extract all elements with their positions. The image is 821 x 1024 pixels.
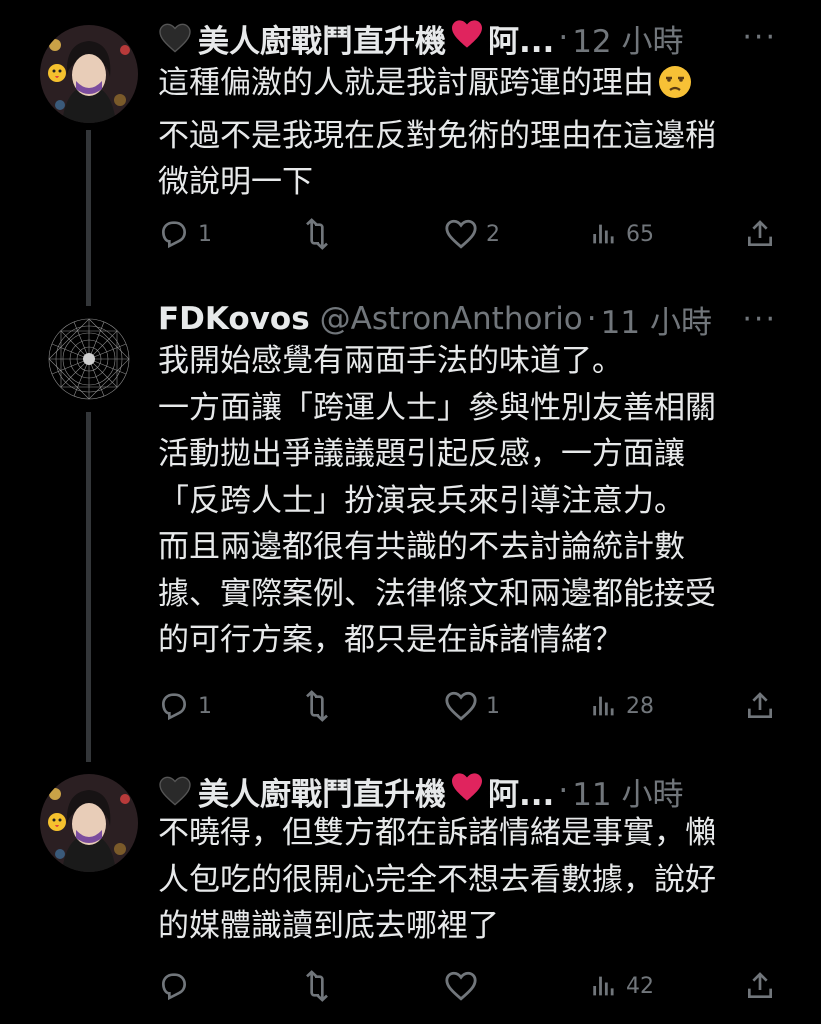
- views-button[interactable]: 28: [590, 686, 654, 726]
- tweet-line: 活動拋出爭議議題引起反感，一方面讓: [158, 436, 685, 472]
- avatar[interactable]: [40, 25, 138, 123]
- unamused-face-emoji-icon: [658, 65, 692, 113]
- share-button[interactable]: [744, 686, 776, 726]
- timestamp[interactable]: 12 小時: [572, 16, 683, 61]
- heart-outline-icon: [445, 971, 477, 1001]
- share-button[interactable]: [744, 214, 776, 254]
- tweet-line: 我開始感覺有兩面手法的味道了。: [158, 343, 623, 379]
- reply-icon: [161, 693, 187, 721]
- like-count: 2: [486, 221, 500, 247]
- separator: ·: [558, 20, 569, 56]
- thread-line: [86, 286, 91, 306]
- reply-button[interactable]: [158, 966, 198, 1006]
- tweet-text: 不曉得，但雙方都在訴諸情緒是事實，懶 人包吃的很開心完全不想去看數據，說好 的媒…: [158, 810, 778, 950]
- share-icon: [748, 220, 772, 246]
- tweet-line: 「反跨人士」扮演哀兵來引導注意力。: [158, 482, 685, 519]
- views-button[interactable]: 42: [590, 966, 654, 1006]
- tweet-1[interactable]: 美人廚戰鬥直升機 阿... · 12 小時 ··· 這種偏激的人就是我討厭跨運的…: [0, 0, 821, 286]
- black-heart-icon: [159, 23, 191, 53]
- tweet-line: 的可行方案，都只是在訴諸情緒？: [158, 622, 623, 658]
- red-heart-icon: [450, 772, 484, 810]
- geometric-pattern-avatar-icon: [40, 310, 138, 408]
- tweet-text: 這種偏激的人就是我討厭跨運的理由 不過不是我現在反對免術的理由在這邊稍 微說明一…: [158, 60, 778, 206]
- reply-icon: [161, 973, 187, 1001]
- display-name[interactable]: 美人廚戰鬥直升機: [198, 769, 446, 814]
- tweet-3[interactable]: 美人廚戰鬥直升機 阿... · 11 小時 不曉得，但雙方都在訴諸情緒是事實，懶…: [0, 762, 821, 1024]
- separator: ·: [558, 773, 569, 809]
- more-options-icon[interactable]: ···: [742, 302, 777, 337]
- reply-count: 1: [198, 221, 212, 247]
- tweet-line: 而且兩邊都很有共識的不去討論統計數: [158, 529, 685, 565]
- tweet-actions: 1 1 28: [158, 686, 778, 726]
- reply-count: 1: [198, 693, 212, 719]
- display-name-suffix[interactable]: 阿...: [488, 769, 554, 814]
- views-count: 65: [626, 221, 654, 247]
- thread-line: [86, 130, 91, 286]
- display-name[interactable]: 美人廚戰鬥直升機: [198, 16, 446, 61]
- like-button[interactable]: 1: [444, 686, 500, 726]
- share-icon: [748, 972, 772, 998]
- views-chart-icon: [593, 976, 614, 996]
- tweet-line: 一方面讓「跨運人士」參與性別友善相關: [158, 389, 716, 426]
- heart-outline-icon: [445, 219, 477, 249]
- like-count: 1: [486, 693, 500, 719]
- user-handle[interactable]: @AstronAnthorio: [320, 301, 583, 337]
- retweet-button[interactable]: [300, 214, 342, 254]
- retweet-icon: [306, 690, 328, 722]
- retweet-button[interactable]: [300, 686, 342, 726]
- thread-line: [86, 412, 91, 762]
- reply-icon: [161, 221, 187, 249]
- woman-avatar-icon: [40, 25, 138, 123]
- tweet-header: 美人廚戰鬥直升機 阿... · 11 小時: [158, 768, 684, 814]
- tweet-header: FDKovos @AstronAnthorio · 11 小時: [158, 296, 712, 342]
- tweet-line: 據、實際案例、法律條文和兩邊都能接受: [158, 575, 716, 612]
- separator: ·: [586, 301, 597, 337]
- tweet-actions: 1 2 65: [158, 214, 778, 254]
- reply-button[interactable]: 1: [158, 214, 212, 254]
- avatar[interactable]: [40, 774, 138, 872]
- retweet-icon: [306, 218, 328, 250]
- tweet-text: 我開始感覺有兩面手法的味道了。 一方面讓「跨運人士」參與性別友善相關 活動拋出爭…: [158, 338, 778, 664]
- retweet-button[interactable]: [300, 966, 342, 1006]
- tweet-line: 微說明一下: [158, 164, 313, 200]
- retweet-icon: [306, 970, 328, 1002]
- black-heart-icon: [159, 776, 191, 806]
- more-options-icon[interactable]: ···: [742, 20, 777, 55]
- avatar[interactable]: [40, 310, 138, 408]
- views-count: 42: [626, 973, 654, 999]
- tweet-actions: 42: [158, 966, 778, 1006]
- tweet-header: 美人廚戰鬥直升機 阿... · 12 小時: [158, 15, 684, 61]
- timestamp[interactable]: 11 小時: [601, 297, 712, 342]
- tweet-line: 這種偏激的人就是我討厭跨運的理由: [158, 60, 778, 113]
- display-name[interactable]: FDKovos: [158, 301, 310, 337]
- views-chart-icon: [593, 696, 614, 716]
- tweet-line: 不過不是我現在反對免術的理由在這邊稍: [158, 117, 716, 154]
- like-button[interactable]: 2: [444, 214, 500, 254]
- tweet-line: 不曉得，但雙方都在訴諸情緒是事實，懶: [158, 815, 716, 851]
- share-icon: [748, 692, 772, 718]
- share-button[interactable]: [744, 966, 776, 1006]
- tweet-line: 人包吃的很開心完全不想去看數據，說好: [158, 861, 716, 898]
- woman-avatar-icon: [40, 774, 138, 872]
- views-count: 28: [626, 693, 654, 719]
- tweet-2[interactable]: FDKovos @AstronAnthorio · 11 小時 ··· 我開始感…: [0, 286, 821, 762]
- reply-button[interactable]: 1: [158, 686, 212, 726]
- like-button[interactable]: [444, 966, 486, 1006]
- red-heart-icon: [450, 19, 484, 57]
- views-button[interactable]: 65: [590, 214, 654, 254]
- timestamp[interactable]: 11 小時: [572, 769, 683, 814]
- views-chart-icon: [593, 224, 614, 244]
- display-name-suffix[interactable]: 阿...: [488, 16, 554, 61]
- heart-outline-icon: [445, 691, 477, 721]
- tweet-line: 的媒體識讀到底去哪裡了: [158, 908, 499, 944]
